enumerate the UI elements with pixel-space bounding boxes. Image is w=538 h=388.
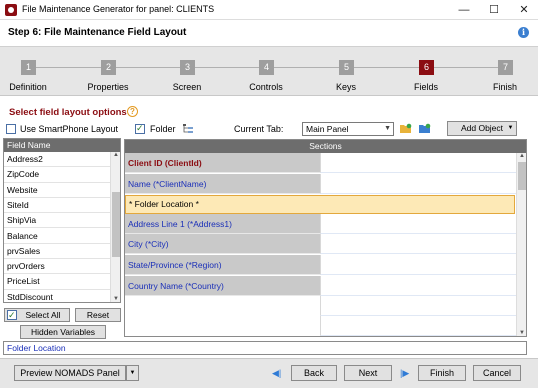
current-tab-label: Current Tab: bbox=[234, 124, 284, 134]
field-list-item[interactable]: Balance bbox=[4, 228, 110, 244]
sections-scrollbar[interactable]: ▲ ▼ bbox=[516, 153, 526, 336]
layout-options-title: Select field layout options bbox=[9, 107, 127, 118]
app-icon bbox=[5, 4, 17, 16]
chevron-down-icon: ▼ bbox=[384, 125, 391, 132]
scroll-thumb[interactable] bbox=[518, 162, 526, 190]
field-list-item[interactable]: prvSales bbox=[4, 243, 110, 260]
field-list-header: Field Name bbox=[4, 139, 120, 152]
section-empty-cell[interactable] bbox=[320, 316, 516, 336]
folder-label: Folder bbox=[150, 124, 176, 134]
section-folder-row[interactable]: * Folder Location * bbox=[125, 195, 515, 214]
field-list-item[interactable]: PriceList bbox=[4, 274, 110, 290]
step-5-label[interactable]: Keys bbox=[311, 82, 381, 92]
first-page-icon[interactable]: ◀| bbox=[272, 368, 281, 379]
step-6-label[interactable]: Fields bbox=[391, 82, 461, 92]
folder-tree-icon[interactable] bbox=[182, 123, 194, 134]
use-smartphone-checkbox[interactable] bbox=[6, 124, 16, 134]
field-list-item[interactable]: ShipVia bbox=[4, 213, 110, 229]
step-title: Step 6: File Maintenance Field Layout bbox=[8, 27, 187, 38]
scroll-thumb[interactable] bbox=[112, 192, 120, 257]
reset-button[interactable]: Reset bbox=[75, 308, 121, 322]
step-3-number[interactable]: 3 bbox=[180, 60, 195, 75]
select-all-checkbox[interactable] bbox=[7, 309, 17, 321]
section-field-row[interactable]: Name (*ClientName) bbox=[125, 174, 320, 194]
sections-header: Sections bbox=[125, 140, 526, 153]
title-bar: File Maintenance Generator for panel: CL… bbox=[0, 0, 538, 20]
select-all-button[interactable]: Select All bbox=[4, 308, 70, 322]
scroll-up-icon[interactable]: ▲ bbox=[517, 153, 526, 159]
section-field-row[interactable]: Client ID (ClientId) bbox=[125, 153, 320, 173]
last-page-icon[interactable]: |▶ bbox=[400, 368, 409, 379]
section-empty-cell[interactable] bbox=[320, 296, 516, 316]
section-field-row[interactable]: Address Line 1 (*Address1) bbox=[125, 214, 320, 234]
preview-nomads-button[interactable]: Preview NOMADS Panel bbox=[14, 365, 126, 381]
section-field-row[interactable]: City (*City) bbox=[125, 234, 320, 254]
step-3-label[interactable]: Screen bbox=[152, 82, 222, 92]
section-empty-cell[interactable] bbox=[320, 255, 516, 275]
step-6-number[interactable]: 6 bbox=[419, 60, 434, 75]
use-smartphone-label: Use SmartPhone Layout bbox=[20, 124, 119, 134]
step-1-number[interactable]: 1 bbox=[21, 60, 36, 75]
section-empty-cell[interactable] bbox=[320, 174, 516, 194]
section-field-row[interactable]: State/Province (*Region) bbox=[125, 255, 320, 275]
next-button[interactable]: Next bbox=[344, 365, 392, 381]
step-1-label[interactable]: Definition bbox=[0, 82, 63, 92]
current-tab-value: Main Panel bbox=[306, 124, 349, 134]
cancel-button[interactable]: Cancel bbox=[473, 365, 521, 381]
minimize-button[interactable]: — bbox=[450, 0, 478, 20]
field-list-item[interactable]: SiteId bbox=[4, 197, 110, 214]
step-2-label[interactable]: Properties bbox=[73, 82, 143, 92]
scroll-up-icon[interactable]: ▲ bbox=[111, 152, 120, 158]
select-all-label: Select All bbox=[25, 310, 61, 320]
maximize-button[interactable]: ☐ bbox=[480, 0, 508, 20]
preview-dropdown-icon[interactable]: ▼ bbox=[126, 365, 139, 381]
step-5-number[interactable]: 5 bbox=[339, 60, 354, 75]
close-button[interactable]: ✕ bbox=[510, 0, 538, 20]
finish-button[interactable]: Finish bbox=[418, 365, 466, 381]
step-7-label[interactable]: Finish bbox=[470, 82, 538, 92]
field-list-item[interactable]: Address2 bbox=[4, 152, 110, 168]
sections-panel[interactable]: Sections Client ID (ClientId) Name (*Clie… bbox=[124, 139, 527, 337]
scroll-down-icon[interactable]: ▼ bbox=[517, 330, 526, 336]
hidden-variables-button[interactable]: Hidden Variables bbox=[20, 325, 106, 339]
field-list-item[interactable]: StdDiscount bbox=[4, 289, 110, 302]
field-list-scrollbar[interactable]: ▲ ▼ bbox=[110, 152, 120, 302]
section-empty-cell[interactable] bbox=[320, 153, 516, 173]
step-4-number[interactable]: 4 bbox=[259, 60, 274, 75]
edit-folder-icon[interactable] bbox=[419, 123, 431, 134]
window-title: File Maintenance Generator for panel: CL… bbox=[22, 4, 215, 14]
scroll-down-icon[interactable]: ▼ bbox=[111, 296, 120, 302]
field-list[interactable]: Field Name Address2 ZipCode Website SiteId S… bbox=[3, 138, 121, 303]
step-7-number[interactable]: 7 bbox=[498, 60, 513, 75]
add-object-dropdown-icon[interactable]: ▼ bbox=[505, 121, 517, 136]
folder-checkbox[interactable] bbox=[135, 123, 145, 134]
info-icon[interactable]: i bbox=[518, 27, 529, 38]
section-empty-cell[interactable] bbox=[320, 276, 516, 296]
section-empty-cell[interactable] bbox=[320, 214, 516, 234]
current-tab-select[interactable]: Main Panel ▼ bbox=[302, 122, 394, 136]
section-field-row[interactable]: Country Name (*Country) bbox=[125, 276, 320, 296]
section-empty-cell[interactable] bbox=[320, 234, 516, 254]
field-list-item[interactable]: Website bbox=[4, 182, 110, 198]
step-2-number[interactable]: 2 bbox=[101, 60, 116, 75]
field-list-item[interactable]: ZipCode bbox=[4, 167, 110, 183]
field-list-item[interactable]: prvOrders bbox=[4, 259, 110, 275]
step-4-label[interactable]: Controls bbox=[231, 82, 301, 92]
help-icon[interactable]: ? bbox=[127, 106, 138, 117]
status-field: Folder Location bbox=[3, 341, 527, 355]
back-button[interactable]: Back bbox=[291, 365, 337, 381]
add-folder-icon[interactable] bbox=[400, 123, 412, 134]
